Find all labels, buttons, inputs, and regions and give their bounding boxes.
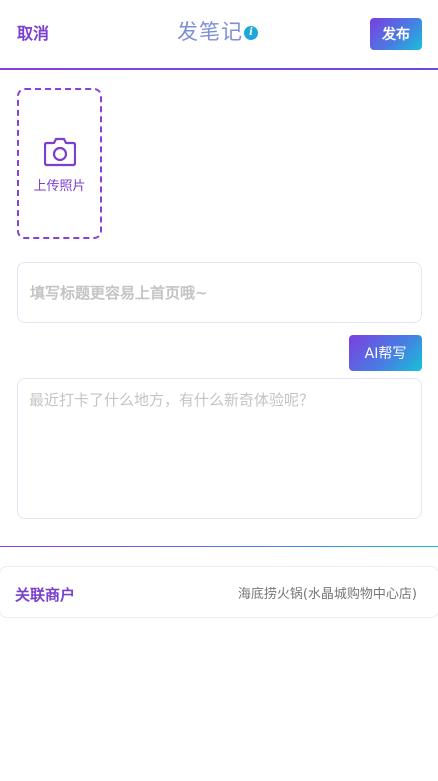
publish-button[interactable]: 发布	[370, 18, 422, 50]
page-title: 发笔记	[177, 20, 243, 44]
section-divider	[0, 546, 438, 547]
title-input[interactable]	[18, 263, 421, 322]
page-title-group: 发笔记 i	[177, 16, 258, 46]
link-merchant-row[interactable]: 关联商户 海底捞火锅(水晶城购物中心店)	[0, 566, 438, 618]
cancel-button[interactable]: 取消	[17, 20, 49, 44]
header-divider	[0, 68, 438, 70]
content-input-container	[17, 378, 422, 519]
merchant-label: 关联商户	[15, 586, 76, 604]
ai-write-button[interactable]: AI帮写	[349, 335, 422, 371]
content-textarea[interactable]	[18, 379, 421, 518]
header-bar: 取消 发笔记 i 发布	[0, 0, 438, 69]
upload-photo-label: 上传照片	[33, 179, 86, 194]
info-icon[interactable]: i	[244, 25, 258, 40]
upload-photo-button[interactable]: 上传照片	[17, 88, 102, 239]
title-input-container	[17, 262, 422, 323]
merchant-value: 海底捞火锅(水晶城购物中心店)	[237, 587, 417, 602]
camera-icon	[43, 137, 76, 167]
